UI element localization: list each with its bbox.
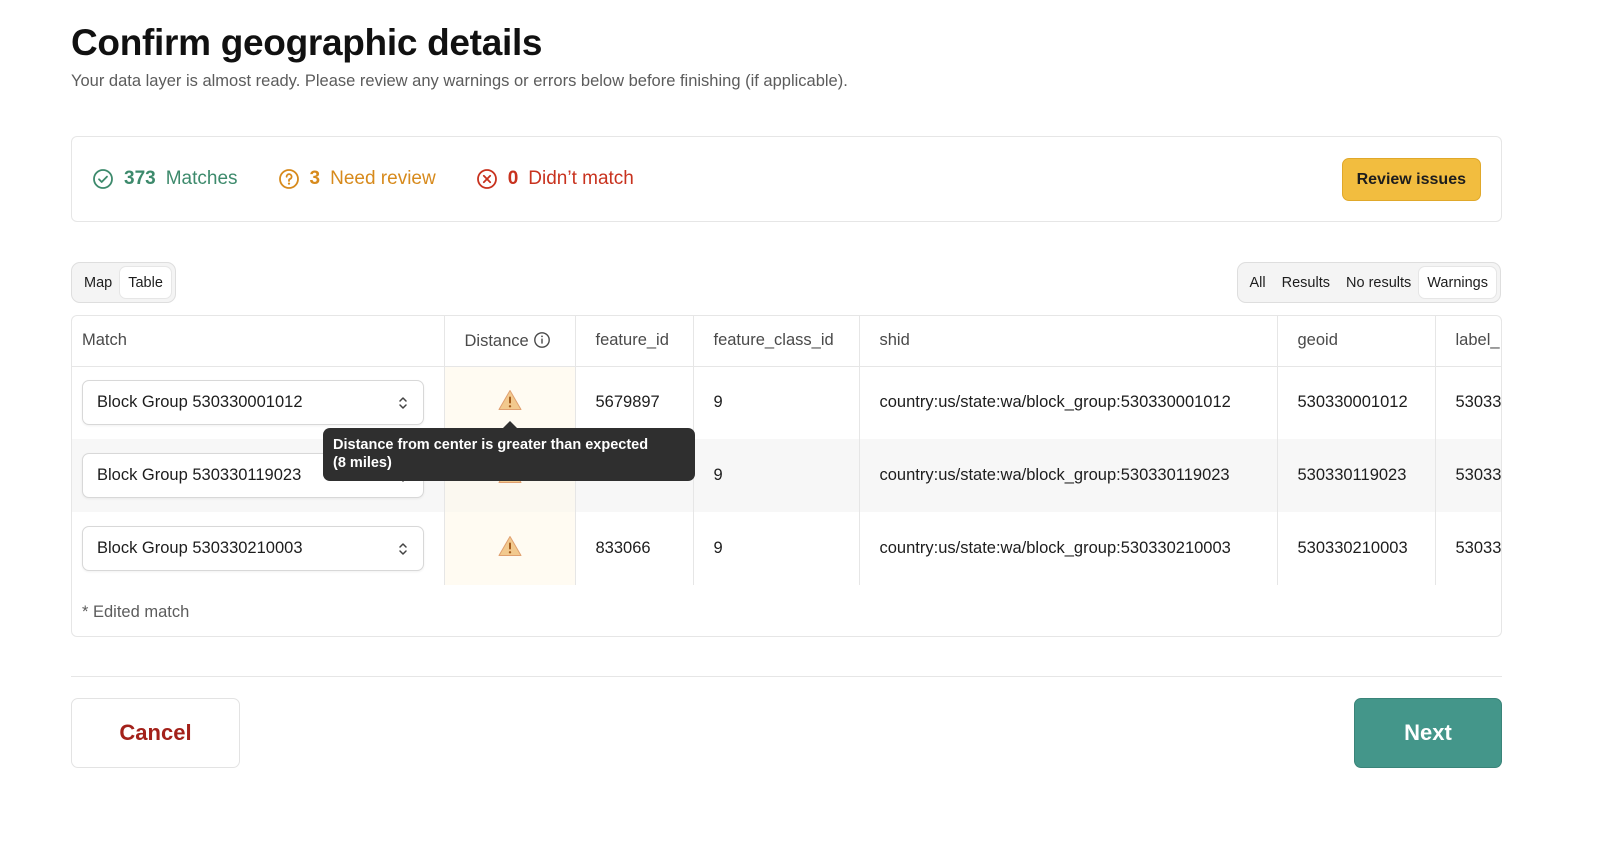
column-header-distance[interactable]: Distance — [444, 316, 576, 367]
didnt-match-stat: 0 Didn’t match — [476, 168, 634, 190]
matches-stat: 373 Matches — [92, 168, 238, 190]
tooltip-line-1: Distance from center is greater than exp… — [333, 437, 649, 453]
feature-class-id-cell: 9 — [693, 512, 860, 585]
shid-cell: country:us/state:wa/block_group:53033000… — [859, 366, 1278, 439]
x-circle-icon — [476, 168, 498, 190]
edited-match-footnote: * Edited match — [82, 603, 190, 621]
filter-option-no-results[interactable]: No results — [1338, 267, 1419, 298]
view-option-table[interactable]: Table — [120, 267, 171, 298]
review-issues-button[interactable]: Review issues — [1341, 158, 1481, 201]
warning-triangle-icon[interactable] — [498, 536, 522, 561]
column-header-feature-class-id[interactable]: feature_class_id — [693, 316, 860, 367]
table-row: Block Group 530330210003 833066 9 countr… — [72, 512, 1501, 585]
column-header-shid[interactable]: shid — [859, 316, 1278, 367]
table-row: Block Group 530330001012 5679897 9 count… — [72, 366, 1501, 439]
info-circle-icon[interactable] — [533, 331, 551, 349]
match-select[interactable]: Block Group 530330001012 — [82, 380, 424, 426]
results-table-card: Match Distance feature_id feature_class_… — [71, 315, 1502, 637]
table-row: Block Group 530330119023 5940220 9 count… — [72, 439, 1501, 512]
feature-class-id-cell: 9 — [693, 366, 860, 439]
geoid-cell: 530330001012 — [1277, 366, 1436, 439]
filter-option-results[interactable]: Results — [1274, 267, 1338, 298]
footer-divider — [71, 676, 1502, 677]
chevron-up-down-icon — [397, 395, 409, 411]
feature-class-id-cell: 9 — [693, 439, 860, 512]
feature-id-cell: 833066 — [575, 512, 694, 585]
page-title: Confirm geographic details — [71, 22, 543, 63]
need-review-label: Need review — [330, 168, 436, 189]
next-button[interactable]: Next — [1354, 698, 1502, 768]
label-cell: 530330001012 — [1435, 366, 1501, 439]
column-header-match[interactable]: Match — [72, 316, 445, 367]
matches-count: 373 — [124, 168, 156, 189]
table-header-row: Match Distance feature_id feature_class_… — [72, 316, 1501, 367]
column-header-geoid[interactable]: geoid — [1277, 316, 1436, 367]
didnt-match-label: Didn’t match — [528, 168, 634, 189]
geoid-cell: 530330119023 — [1277, 439, 1436, 512]
distance-warning-tooltip: Distance from center is greater than exp… — [323, 421, 695, 481]
label-cell: 530330119023 — [1435, 439, 1501, 512]
shid-cell: country:us/state:wa/block_group:53033011… — [859, 439, 1278, 512]
cancel-button[interactable]: Cancel — [71, 698, 240, 768]
column-header-distance-label: Distance — [464, 331, 529, 350]
result-filter-toggle: All Results No results Warnings — [1236, 262, 1501, 303]
shid-cell: country:us/state:wa/block_group:53033021… — [859, 512, 1278, 585]
need-review-count: 3 — [309, 168, 321, 189]
need-review-stat: 3 Need review — [278, 168, 436, 190]
warning-triangle-icon[interactable] — [498, 390, 522, 415]
matches-label: Matches — [165, 168, 238, 189]
view-toggle: Map Table — [71, 262, 176, 303]
filter-option-warnings[interactable]: Warnings — [1419, 267, 1496, 298]
geoid-cell: 530330210003 — [1277, 512, 1436, 585]
didnt-match-count: 0 — [507, 168, 519, 189]
label-cell: 530330210003 — [1435, 512, 1501, 585]
distance-cell — [444, 512, 576, 585]
match-select-value: Block Group 530330119023 — [97, 466, 302, 484]
column-header-feature-id[interactable]: feature_id — [575, 316, 694, 367]
results-table-scroll[interactable]: Match Distance feature_id feature_class_… — [72, 316, 1501, 587]
check-circle-icon — [92, 168, 114, 190]
match-select[interactable]: Block Group 530330210003 — [82, 526, 424, 571]
view-option-map[interactable]: Map — [76, 267, 120, 298]
tooltip-line-2: (8 miles) — [333, 455, 392, 471]
match-select-value: Block Group 530330001012 — [97, 393, 303, 412]
results-table: Match Distance feature_id feature_class_… — [72, 316, 1501, 585]
match-cell: Block Group 530330210003 — [72, 512, 445, 585]
match-summary-card: 373 Matches 3 Need review 0 Didn’t match… — [71, 136, 1502, 222]
match-select-value: Block Group 530330210003 — [97, 539, 303, 557]
question-circle-icon — [278, 168, 300, 190]
column-header-label[interactable]: label_ — [1435, 316, 1501, 367]
page-subtitle: Your data layer is almost ready. Please … — [71, 72, 848, 90]
filter-option-all[interactable]: All — [1242, 267, 1274, 298]
chevron-up-down-icon — [397, 541, 409, 557]
